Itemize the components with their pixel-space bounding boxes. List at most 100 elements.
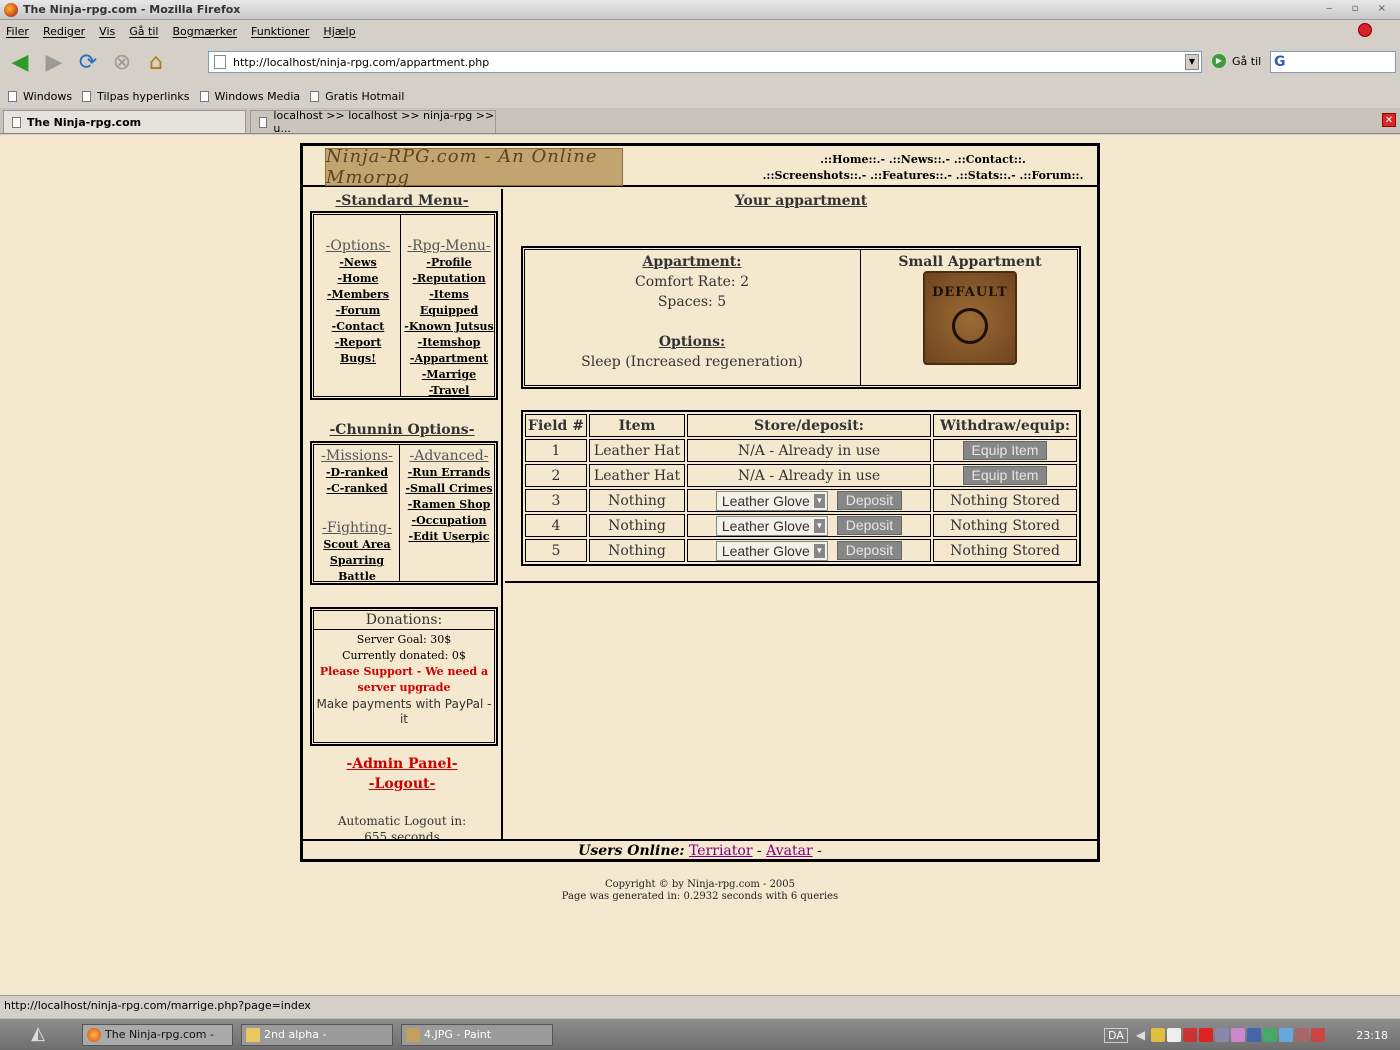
menu-file[interactable]: Filer [6, 25, 29, 38]
link-reputation[interactable]: -Reputation [403, 271, 495, 287]
menu-go[interactable]: Gå til [129, 25, 158, 38]
back-icon[interactable]: ◀ [6, 48, 34, 76]
user-link-terriator[interactable]: Terriator [689, 843, 753, 859]
menu-bookmarks[interactable]: Bogmærker [172, 25, 237, 38]
menu-edit[interactable]: Rediger [43, 25, 85, 38]
link-known-jutsus[interactable]: -Known Jutsus [403, 319, 495, 335]
link-battle[interactable]: Battle [316, 569, 398, 585]
tray-app-icon[interactable] [1263, 1028, 1278, 1042]
deposit-button[interactable]: Deposit [836, 540, 903, 560]
close-tab-icon[interactable]: ✕ [1382, 113, 1396, 127]
link-contact[interactable]: -Contact [316, 319, 400, 335]
ati-icon[interactable] [1199, 1028, 1214, 1042]
divider [400, 215, 401, 396]
admin-panel-link[interactable]: -Admin Panel- [303, 754, 501, 774]
bookmarks-bar: Windows Tilpas hyperlinks Windows Media … [0, 84, 1400, 108]
item-select[interactable]: Leather Glove ▼ [715, 490, 828, 511]
bookmark-hotmail[interactable]: Gratis Hotmail [310, 90, 404, 103]
deposit-button[interactable]: Deposit [836, 490, 903, 510]
url-text[interactable]: http://localhost/ninja-rpg.com/appartmen… [233, 56, 489, 69]
link-news[interactable]: -News [316, 255, 400, 271]
link-d-ranked[interactable]: -D-ranked [316, 465, 398, 481]
tray-app-icon[interactable] [1247, 1028, 1262, 1042]
item-select[interactable]: Leather Glove ▼ [715, 515, 828, 536]
withdraw-cell: Equip Item [933, 464, 1077, 487]
tray-app-icon[interactable] [1279, 1028, 1294, 1042]
url-bar[interactable]: http://localhost/ninja-rpg.com/appartmen… [208, 51, 1202, 73]
link-marrige[interactable]: -Marrige [403, 367, 495, 383]
tray-app-icon[interactable] [1295, 1028, 1310, 1042]
reload-icon[interactable]: ⟳ [74, 48, 102, 76]
link-run-errands[interactable]: -Run Errands [402, 465, 496, 481]
link-members[interactable]: -Members [316, 287, 400, 303]
tray-app-icon[interactable] [1311, 1028, 1326, 1042]
link-edit-userpic[interactable]: -Edit Userpic [402, 529, 496, 545]
link-c-ranked[interactable]: -C-ranked [316, 481, 398, 497]
item-name: Nothing [589, 489, 685, 512]
field-number: 2 [525, 464, 587, 487]
link-sparring[interactable]: Sparring [316, 553, 398, 569]
equip-item-button[interactable]: Equip Item [962, 441, 1048, 460]
window-controls[interactable]: ‒ ▫ × [1326, 3, 1394, 14]
link-occupation[interactable]: -Occupation [402, 513, 496, 529]
link-travel[interactable]: -Travel [403, 383, 495, 399]
page-icon [82, 90, 92, 102]
fighting-title: -Fighting- [322, 520, 392, 536]
col-item: Item [589, 414, 685, 437]
top-links-row2[interactable]: .::Screenshots::.- .::Features::.- .::St… [763, 169, 1084, 182]
bookmark-windows-media[interactable]: Windows Media [199, 90, 300, 103]
forward-icon[interactable]: ▶ [40, 48, 68, 76]
link-ramen-shop[interactable]: -Ramen Shop [402, 497, 496, 513]
update-alert-icon[interactable] [1358, 23, 1372, 37]
link-report-bugs[interactable]: -Report Bugs! [316, 335, 400, 367]
menu-view[interactable]: Vis [99, 25, 115, 38]
cloud-icon[interactable] [1167, 1028, 1182, 1042]
menu-tools[interactable]: Funktioner [251, 25, 309, 38]
menu-help[interactable]: Hjælp [323, 25, 355, 38]
window-title: The Ninja-rpg.com - Mozilla Firefox [23, 3, 241, 16]
stop-icon[interactable]: ⊗ [108, 48, 136, 76]
link-profile[interactable]: -Profile [403, 255, 495, 271]
link-itemshop[interactable]: -Itemshop [403, 335, 495, 351]
tray-arrow-icon[interactable]: ◀ [1136, 1028, 1145, 1042]
link-scout-area[interactable]: Scout Area [316, 537, 398, 553]
logout-link[interactable]: -Logout- [303, 774, 501, 794]
tab-ninja-rpg[interactable]: The Ninja-rpg.com [3, 110, 246, 133]
site-logo[interactable]: Ninja-RPG.com - An Online Mmorpg [325, 146, 623, 188]
equip-item-button[interactable]: Equip Item [962, 466, 1048, 485]
goto-button[interactable]: ▶ Gå til [1212, 54, 1261, 68]
sleep-option[interactable]: Sleep (Increased regeneration) [525, 352, 859, 372]
link-forum[interactable]: -Forum [316, 303, 400, 319]
antivirus-icon[interactable] [1183, 1028, 1198, 1042]
language-indicator[interactable]: DA [1104, 1027, 1128, 1043]
page-icon [8, 90, 17, 102]
monitor-icon[interactable] [1215, 1028, 1230, 1042]
top-links-row1[interactable]: .::Home::.- .::News::.- .::Contact::. [820, 153, 1026, 166]
deposit-button[interactable]: Deposit [836, 515, 903, 535]
user-link-avatar[interactable]: Avatar [766, 843, 812, 859]
users-online-label: Users Online: [578, 843, 685, 859]
home-icon[interactable]: ⌂ [142, 48, 170, 76]
search-input[interactable]: G [1270, 51, 1396, 73]
link-items-equipped[interactable]: -Items Equipped [403, 287, 495, 319]
url-dropdown-icon[interactable]: ▼ [1185, 54, 1199, 70]
bookmark-customize-links[interactable]: Tilpas hyperlinks [82, 90, 190, 103]
taskbar-item-folder[interactable]: 2nd alpha - Screenshots [241, 1024, 393, 1050]
taskbar-item-firefox[interactable]: The Ninja-rpg.com - M... [82, 1024, 233, 1050]
start-button[interactable]: ◭ [8, 1023, 68, 1047]
item-select[interactable]: Leather Glove ▼ [715, 540, 828, 561]
tab-localhost[interactable]: localhost >> localhost >> ninja-rpg >> u… [250, 109, 496, 135]
item-select-value: Leather Glove [721, 492, 810, 509]
taskbar-item-paint[interactable]: 4.JPG - Paint [401, 1024, 553, 1046]
link-appartment[interactable]: -Appartment [403, 351, 495, 367]
bookmark-windows[interactable]: Windows [8, 90, 72, 103]
link-small-crimes[interactable]: -Small Crimes [402, 481, 496, 497]
network-icon[interactable] [1151, 1028, 1166, 1042]
top-links: .::Home::.- .::News::.- .::Contact::. .:… [703, 152, 1143, 184]
firefox-icon [4, 2, 18, 17]
separator: - [817, 843, 822, 859]
options-column: -Options- -News -Home -Members -Forum -C… [316, 237, 400, 367]
tab-bar: The Ninja-rpg.com localhost >> localhost… [0, 108, 1400, 135]
tray-app-icon[interactable] [1231, 1028, 1246, 1042]
link-home[interactable]: -Home [316, 271, 400, 287]
